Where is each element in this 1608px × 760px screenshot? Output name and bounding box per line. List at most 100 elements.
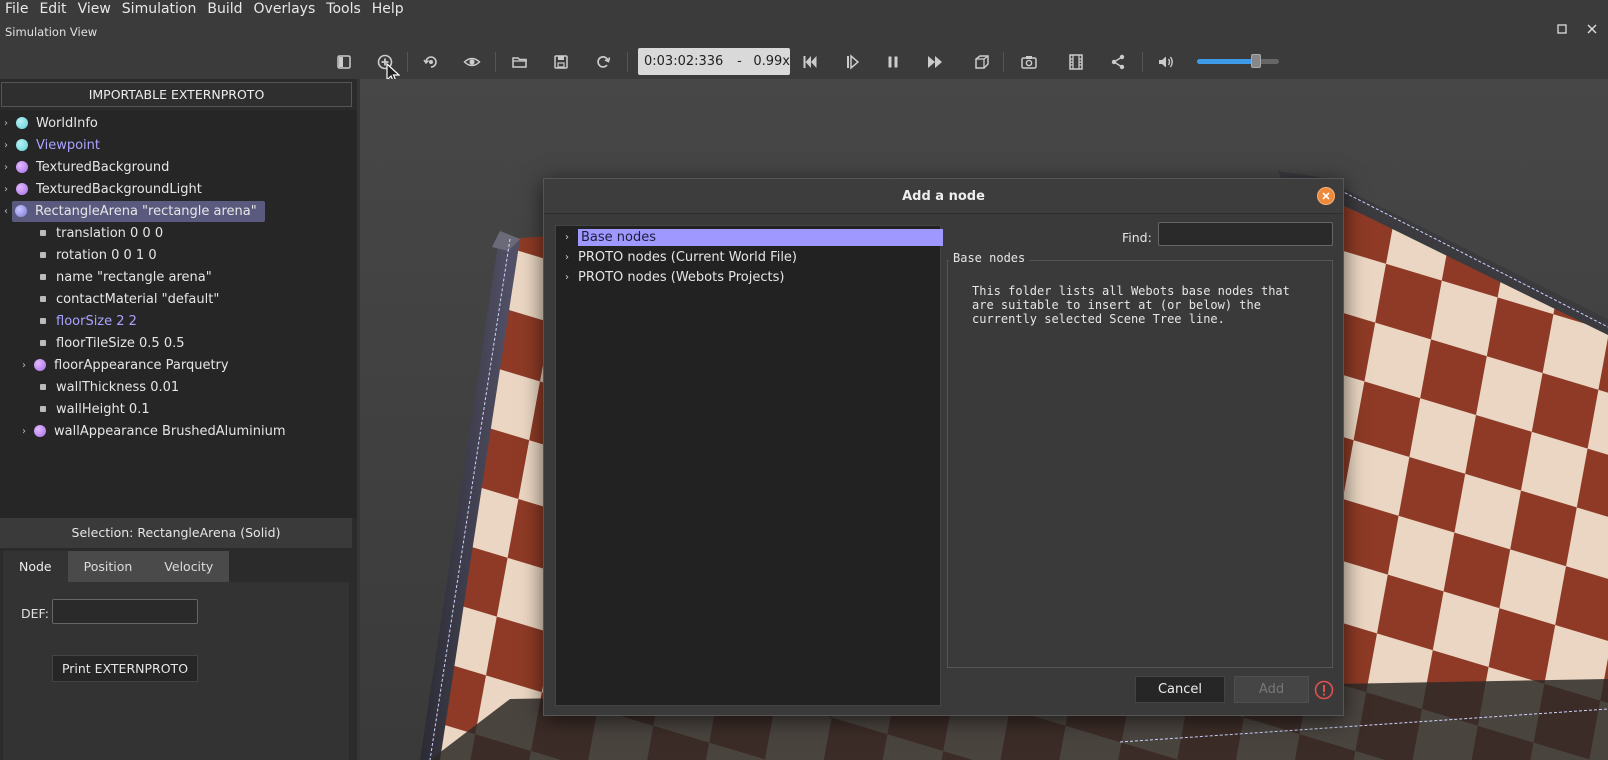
node-category-tree: › Base nodes › PROTO nodes (Current Worl… xyxy=(555,225,943,706)
view-cube-icon[interactable] xyxy=(969,50,995,74)
node-label: Viewpoint xyxy=(36,137,101,153)
show-hide-icon[interactable] xyxy=(459,50,485,74)
node-icon xyxy=(16,117,28,129)
tab-position[interactable]: Position xyxy=(67,551,149,582)
def-label: DEF: xyxy=(21,606,49,621)
category-base-nodes[interactable]: › Base nodes xyxy=(556,227,943,247)
tree-field-wallthickness[interactable]: wallThickness 0.01 xyxy=(40,376,179,398)
field-label: floorAppearance Parquetry xyxy=(54,357,229,373)
tree-field-rotation[interactable]: rotation 0 0 1 0 xyxy=(40,244,157,266)
tree-field-wallappearance[interactable]: › wallAppearance BrushedAluminium xyxy=(18,420,286,442)
tree-field-translation[interactable]: translation 0 0 0 xyxy=(40,222,163,244)
cancel-button[interactable]: Cancel xyxy=(1135,676,1225,703)
volume-icon[interactable] xyxy=(1153,50,1179,74)
reset-node-icon[interactable] xyxy=(418,50,444,74)
menu-overlays[interactable]: Overlays xyxy=(249,0,322,18)
menu-tools[interactable]: Tools xyxy=(321,0,367,18)
expand-arrow-icon[interactable]: › xyxy=(0,118,12,129)
dialog-close-icon[interactable] xyxy=(1317,187,1335,205)
tree-node-texturedbackground[interactable]: › TexturedBackground xyxy=(0,156,169,178)
field-bullet-icon xyxy=(40,252,46,258)
node-info-text: This folder lists all Webots base nodes … xyxy=(972,284,1290,326)
expand-arrow-icon[interactable]: › xyxy=(0,184,12,195)
proto-node-icon xyxy=(34,425,46,437)
tree-node-worldinfo[interactable]: › WorldInfo xyxy=(0,112,98,134)
tree-field-name[interactable]: name "rectangle arena" xyxy=(40,266,212,288)
expand-arrow-icon[interactable]: › xyxy=(556,272,578,283)
expand-arrow-icon[interactable]: › xyxy=(18,426,30,437)
expand-arrow-icon[interactable]: › xyxy=(0,140,12,151)
category-label: PROTO nodes (Webots Projects) xyxy=(578,269,785,285)
volume-slider[interactable] xyxy=(1197,54,1279,68)
category-proto-current-world[interactable]: › PROTO nodes (Current World File) xyxy=(556,247,797,267)
maximize-icon[interactable] xyxy=(1554,23,1570,39)
pause-icon[interactable] xyxy=(880,50,906,74)
field-editor-tabs: Node Position Velocity xyxy=(3,551,230,582)
field-bullet-icon xyxy=(40,406,46,412)
save-icon[interactable] xyxy=(548,50,574,74)
tree-node-rectanglearena[interactable]: ‹ RectangleArena "rectangle arena" xyxy=(0,200,265,222)
expand-arrow-icon[interactable]: › xyxy=(0,162,12,173)
menu-view[interactable]: View xyxy=(73,0,117,18)
tree-field-contactmaterial[interactable]: contactMaterial "default" xyxy=(40,288,219,310)
screenshot-icon[interactable] xyxy=(1016,50,1042,74)
expand-arrow-icon[interactable]: › xyxy=(18,360,30,371)
tab-node[interactable]: Node xyxy=(3,551,68,582)
proto-node-icon xyxy=(15,205,27,217)
tree-node-texturedbackgroundlight[interactable]: › TexturedBackgroundLight xyxy=(0,178,202,200)
field-label: wallHeight 0.1 xyxy=(56,401,150,417)
expand-arrow-icon[interactable]: › xyxy=(556,252,578,263)
print-externproto-button[interactable]: Print EXTERNPROTO xyxy=(52,655,198,682)
reset-simulation-icon[interactable] xyxy=(797,50,823,74)
tree-field-wallheight[interactable]: wallHeight 0.1 xyxy=(40,398,150,420)
toolbar: 0:03:02:336 - 0.99x xyxy=(0,45,1608,79)
menu-edit[interactable]: Edit xyxy=(34,0,72,18)
expand-arrow-icon[interactable]: › xyxy=(556,232,578,243)
fast-forward-icon[interactable] xyxy=(922,50,948,74)
scene-tree-panel: IMPORTABLE EXTERNPROTO › WorldInfo › Vie… xyxy=(0,79,360,760)
reload-world-icon[interactable] xyxy=(590,50,616,74)
importable-externproto-button[interactable]: IMPORTABLE EXTERNPROTO xyxy=(1,82,352,107)
category-label: Base nodes xyxy=(578,228,943,246)
node-label: TexturedBackground xyxy=(36,159,170,175)
find-input[interactable] xyxy=(1158,222,1333,246)
movie-icon[interactable] xyxy=(1063,50,1089,74)
tree-node-viewpoint[interactable]: › Viewpoint xyxy=(0,134,100,156)
field-label: name "rectangle arena" xyxy=(56,269,212,285)
menu-help[interactable]: Help xyxy=(367,0,410,18)
category-proto-webots-projects[interactable]: › PROTO nodes (Webots Projects) xyxy=(556,267,784,287)
simulation-speed: 0.99x xyxy=(753,54,790,69)
open-folder-icon[interactable] xyxy=(507,50,533,74)
collapse-arrow-icon[interactable]: ‹ xyxy=(0,206,12,217)
warning-icon xyxy=(1314,680,1334,700)
step-icon[interactable] xyxy=(839,50,865,74)
node-label: WorldInfo xyxy=(36,115,98,131)
node-label: TexturedBackgroundLight xyxy=(36,181,202,197)
field-label: contactMaterial "default" xyxy=(56,291,220,307)
add-button[interactable]: Add xyxy=(1234,676,1309,703)
field-bullet-icon xyxy=(40,274,46,280)
node-tab-panel: DEF: Print EXTERNPROTO xyxy=(3,582,349,760)
volume-slider-handle[interactable] xyxy=(1251,54,1262,68)
tree-field-floortilesize[interactable]: floorTileSize 0.5 0.5 xyxy=(40,332,185,354)
menu-build[interactable]: Build xyxy=(202,0,248,18)
field-bullet-icon xyxy=(40,340,46,346)
field-label: wallAppearance BrushedAluminium xyxy=(54,423,286,439)
scene-tree: › WorldInfo › Viewpoint › TexturedBackgr… xyxy=(0,110,360,518)
view-title: Simulation View xyxy=(5,25,98,39)
menu-simulation[interactable]: Simulation xyxy=(117,0,203,18)
menu-file[interactable]: File xyxy=(0,0,34,18)
node-label: RectangleArena "rectangle arena" xyxy=(35,203,257,219)
field-bullet-icon xyxy=(40,384,46,390)
tab-velocity[interactable]: Velocity xyxy=(148,551,230,582)
close-icon[interactable] xyxy=(1584,23,1600,39)
field-label: floorTileSize 0.5 0.5 xyxy=(56,335,185,351)
node-info-title: Base nodes xyxy=(949,251,1030,265)
def-input[interactable] xyxy=(52,599,198,624)
tree-field-floorsize[interactable]: floorSize 2 2 xyxy=(40,310,137,332)
hide-scene-tree-icon[interactable] xyxy=(331,50,357,74)
find-label: Find: xyxy=(1122,230,1152,245)
tree-field-floorappearance[interactable]: › floorAppearance Parquetry xyxy=(18,354,229,376)
share-icon[interactable] xyxy=(1105,50,1131,74)
time-separator: - xyxy=(737,54,742,69)
